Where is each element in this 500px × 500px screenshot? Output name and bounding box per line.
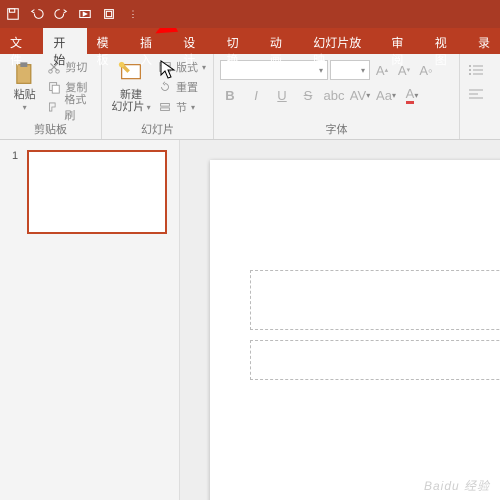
copy-icon [47, 80, 61, 94]
redo-icon[interactable] [54, 7, 68, 21]
tab-transition[interactable]: 切换 [217, 28, 260, 54]
clear-formatting-icon[interactable]: A◦ [416, 60, 436, 80]
ribbon: 粘贴▾ 剪切 复制 格式刷 剪贴板 新建 幻灯片 ▾ 版式▾ 重置 节▾ 幻灯片 [0, 54, 500, 140]
ribbon-tabs: 文件 开始 模板 插入 设计 切换 动画 幻灯片放映 审阅 视图 录 [0, 28, 500, 54]
save-icon[interactable] [6, 7, 20, 21]
tab-file[interactable]: 文件 [0, 28, 43, 54]
new-slide-label: 新建 幻灯片 [111, 89, 144, 113]
underline-button[interactable]: U [272, 85, 292, 105]
title-placeholder[interactable]: 单 [250, 270, 500, 330]
start-from-beginning-icon[interactable] [78, 7, 92, 21]
tab-design[interactable]: 设计 [173, 28, 216, 54]
tab-home[interactable]: 开始 [43, 28, 86, 54]
change-case-button[interactable]: Aa▾ [376, 85, 396, 105]
text-shadow-button[interactable]: abc [324, 85, 344, 105]
slide-canvas[interactable]: 单 [210, 160, 500, 500]
increase-font-icon[interactable]: A▴ [372, 60, 392, 80]
tab-view[interactable]: 视图 [425, 28, 468, 54]
slide-thumbnail-pane[interactable]: 1 [0, 140, 180, 500]
font-color-button[interactable]: A▾ [402, 85, 422, 105]
watermark: Baidu 经验 [424, 477, 490, 494]
slide-canvas-pane[interactable]: 单 [180, 140, 500, 500]
align-button[interactable] [466, 84, 486, 104]
paste-label: 粘贴 [14, 89, 36, 101]
group-slides: 新建 幻灯片 ▾ 版式▾ 重置 节▾ 幻灯片 [102, 54, 214, 139]
tab-animation[interactable]: 动画 [260, 28, 303, 54]
format-painter-button[interactable]: 格式刷 [47, 98, 95, 116]
undo-icon[interactable] [30, 7, 44, 21]
bold-button[interactable]: B [220, 85, 240, 105]
char-spacing-button[interactable]: AV▾ [350, 85, 370, 105]
bullets-button[interactable] [466, 60, 486, 80]
layout-icon [158, 60, 172, 74]
font-size-select[interactable]: ▾ [330, 60, 370, 80]
tab-template[interactable]: 模板 [87, 28, 130, 54]
work-area: 1 单 [0, 140, 500, 500]
section-icon [158, 100, 172, 114]
tab-slideshow[interactable]: 幻灯片放映 [303, 28, 381, 54]
layout-button[interactable]: 版式▾ [158, 58, 206, 76]
format-painter-icon [47, 100, 60, 114]
group-paragraph [460, 54, 500, 139]
subtitle-placeholder[interactable] [250, 340, 500, 380]
group-slides-label: 幻灯片 [108, 119, 207, 137]
slide-thumbnail-1[interactable] [27, 150, 167, 234]
reset-icon [158, 80, 172, 94]
group-clipboard-label: 剪贴板 [6, 119, 95, 137]
tab-review[interactable]: 审阅 [381, 28, 424, 54]
tab-insert[interactable]: 插入 [130, 28, 173, 54]
strikethrough-button[interactable]: S [298, 85, 318, 105]
italic-button[interactable]: I [246, 85, 266, 105]
quick-access-toolbar: ⋮ [0, 0, 500, 28]
section-button[interactable]: 节▾ [158, 98, 206, 116]
customize-qat-icon[interactable]: ⋮ [126, 7, 140, 21]
tab-record[interactable]: 录 [468, 28, 500, 54]
group-font-label: 字体 [220, 119, 453, 137]
reset-button[interactable]: 重置 [158, 78, 206, 96]
group-font: ▾ ▾ A▴ A▾ A◦ B I U S abc AV▾ Aa▾ A▾ 字 [214, 54, 460, 139]
touch-mode-icon[interactable] [102, 7, 116, 21]
slide-thumbnail-number: 1 [12, 150, 18, 162]
